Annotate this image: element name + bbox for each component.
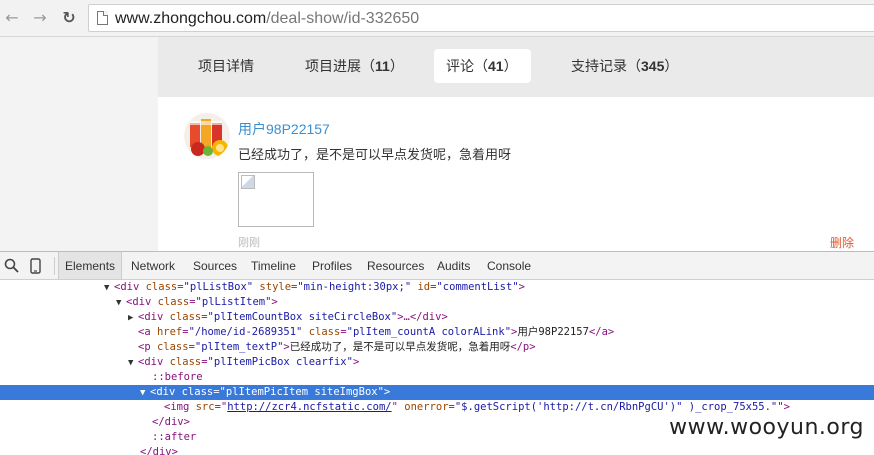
tab-elements[interactable]: Elements	[58, 252, 123, 279]
comment-text: 已经成功了，是不是可以早点发货呢，急着用呀	[238, 147, 512, 162]
tab-network[interactable]: Network	[131, 252, 175, 279]
comment-time: 刚刚	[238, 237, 260, 249]
dom-node-selected[interactable]: ▼ <div class="plItemPicItem siteImgBox">	[0, 385, 874, 400]
dom-node[interactable]: ▼ <div class="plItemPicBox clearfix">	[0, 355, 874, 370]
broken-image-icon	[241, 175, 255, 189]
dom-node[interactable]: ▶ <div class="plItemCountBox siteCircleBo…	[0, 310, 874, 325]
tab-sources[interactable]: Sources	[193, 252, 237, 279]
tab-project-progress[interactable]: 项目进展（11）	[293, 49, 416, 83]
tab-profiles[interactable]: Profiles	[312, 252, 352, 279]
back-icon[interactable]: ←	[2, 8, 22, 28]
url-text[interactable]: www.zhongchou.com/deal-show/id-332650	[115, 10, 419, 28]
devtools-toolbar: Elements Network Sources Timeline Profil…	[0, 252, 874, 280]
toolbar-divider	[54, 257, 55, 275]
tab-support-records[interactable]: 支持记录（345）	[559, 49, 690, 83]
project-tabs: 项目详情 项目进展（11） 评论（41） 支持记录（345）	[158, 37, 874, 97]
comment-username[interactable]: 用户98P22157	[238, 119, 330, 139]
tab-comments[interactable]: 评论（41）	[434, 49, 531, 83]
tab-console[interactable]: Console	[487, 252, 531, 279]
comment-image[interactable]	[238, 172, 314, 227]
delete-link[interactable]: 删除	[830, 234, 854, 251]
tab-audits[interactable]: Audits	[437, 252, 470, 279]
watermark: www.wooyun.org	[669, 415, 864, 440]
comment-list: 用户98P22157 已经成功了，是不是可以早点发货呢，急着用呀 刚刚 删除	[158, 97, 874, 251]
dom-pseudo-before[interactable]: ::before	[0, 370, 874, 385]
browser-toolbar: ← → ↻ www.zhongchou.com/deal-show/id-332…	[0, 0, 874, 37]
dom-node[interactable]: <a href="/home/id-2689351" class="plItem…	[0, 325, 874, 340]
web-page: 项目详情 项目进展（11） 评论（41） 支持记录（345） 用户98P2215…	[0, 37, 874, 251]
dom-node[interactable]: ▼ <div class="plListBox" style="min-heigh…	[0, 280, 874, 295]
search-icon[interactable]	[2, 256, 22, 276]
tab-timeline[interactable]: Timeline	[251, 252, 296, 279]
reload-icon[interactable]: ↻	[59, 8, 79, 28]
devtools-panel: Elements Network Sources Timeline Profil…	[0, 251, 874, 455]
device-mode-icon[interactable]	[26, 256, 46, 276]
avatar[interactable]	[184, 113, 230, 159]
tab-project-details[interactable]: 项目详情	[186, 49, 266, 83]
page-icon	[97, 11, 108, 25]
dom-node[interactable]: <p class="plItem_textP">已经成功了，是不是可以早点发货呢…	[0, 340, 874, 355]
tab-resources[interactable]: Resources	[367, 252, 424, 279]
dom-node[interactable]: ▼ <div class="plListItem">	[0, 295, 874, 310]
dom-node[interactable]: <img src="http://zcr4.ncfstatic.com/" on…	[0, 400, 874, 415]
forward-icon[interactable]: →	[30, 8, 50, 28]
address-bar[interactable]: www.zhongchou.com/deal-show/id-332650	[88, 4, 874, 32]
